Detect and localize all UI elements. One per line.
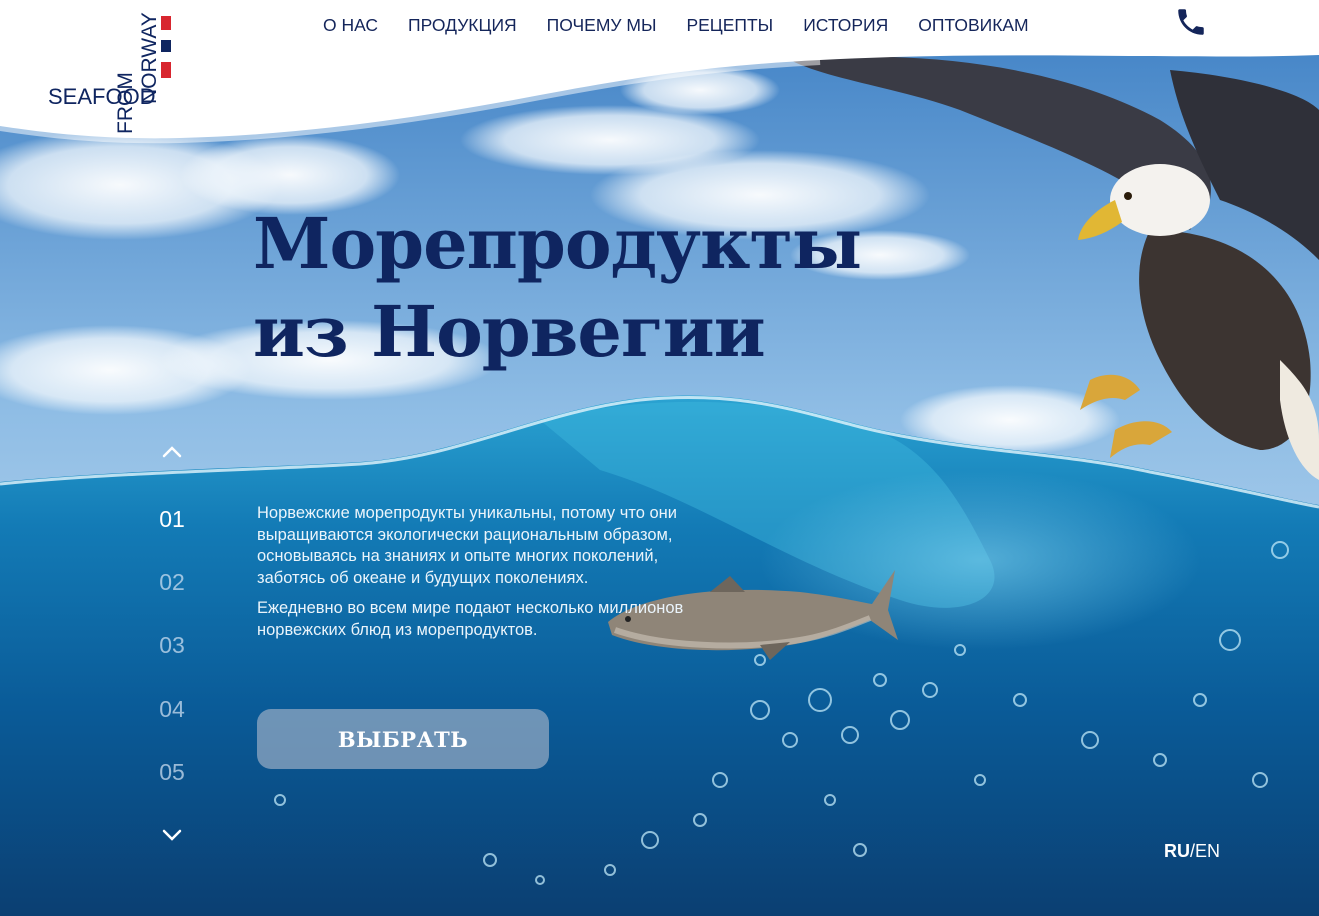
- hero-paragraph-2: Ежедневно во всем мире подают несколько …: [257, 599, 684, 639]
- pager-item-1[interactable]: 01: [150, 506, 194, 533]
- nav-item-history[interactable]: ИСТОРИЯ: [788, 14, 903, 36]
- main-nav: О НАС ПРОДУКЦИЯ ПОЧЕМУ МЫ РЕЦЕПТЫ ИСТОРИ…: [308, 14, 1044, 36]
- language-en[interactable]: EN: [1195, 841, 1220, 861]
- pager-item-2[interactable]: 02: [150, 569, 194, 596]
- logo-norway-text: NORWAY: [138, 12, 161, 104]
- hero-title-line2: из Норвегии: [253, 290, 766, 373]
- hero-description: Норвежские морепродукты уникальны, потом…: [257, 503, 687, 650]
- phone-icon[interactable]: [1174, 5, 1208, 39]
- hero-title-line1: Морепродукты: [253, 202, 862, 285]
- choose-button[interactable]: ВЫБРАТЬ: [257, 709, 549, 769]
- nav-item-why-us[interactable]: ПОЧЕМУ МЫ: [532, 14, 672, 36]
- nav-item-recipes[interactable]: РЕЦЕПТЫ: [671, 14, 788, 36]
- pager-item-4[interactable]: 04: [150, 696, 194, 723]
- pager-item-3[interactable]: 03: [150, 632, 194, 659]
- nav-item-products[interactable]: ПРОДУКЦИЯ: [393, 14, 532, 36]
- hero-background: [0, 0, 1319, 916]
- language-ru[interactable]: RU: [1164, 841, 1190, 861]
- hero-title: Морепродукты из Норвегии: [253, 200, 873, 376]
- language-switcher: RU/EN: [1164, 841, 1220, 862]
- nav-item-wholesale[interactable]: ОПТОВИКАМ: [903, 14, 1043, 36]
- chevron-up-icon[interactable]: [160, 444, 184, 460]
- site-header: О НАС ПРОДУКЦИЯ ПОЧЕМУ МЫ РЕЦЕПТЫ ИСТОРИ…: [0, 0, 1319, 60]
- seafood-from-norway-logo[interactable]: SEAFOOD FROM NORWAY: [46, 10, 181, 135]
- chevron-down-icon[interactable]: [160, 827, 184, 843]
- logo-from-text: FROM: [114, 72, 137, 134]
- nav-item-about[interactable]: О НАС: [308, 14, 393, 36]
- hero-paragraph-1: Норвежские морепродукты уникальны, потом…: [257, 504, 678, 587]
- pager-item-5[interactable]: 05: [150, 759, 194, 786]
